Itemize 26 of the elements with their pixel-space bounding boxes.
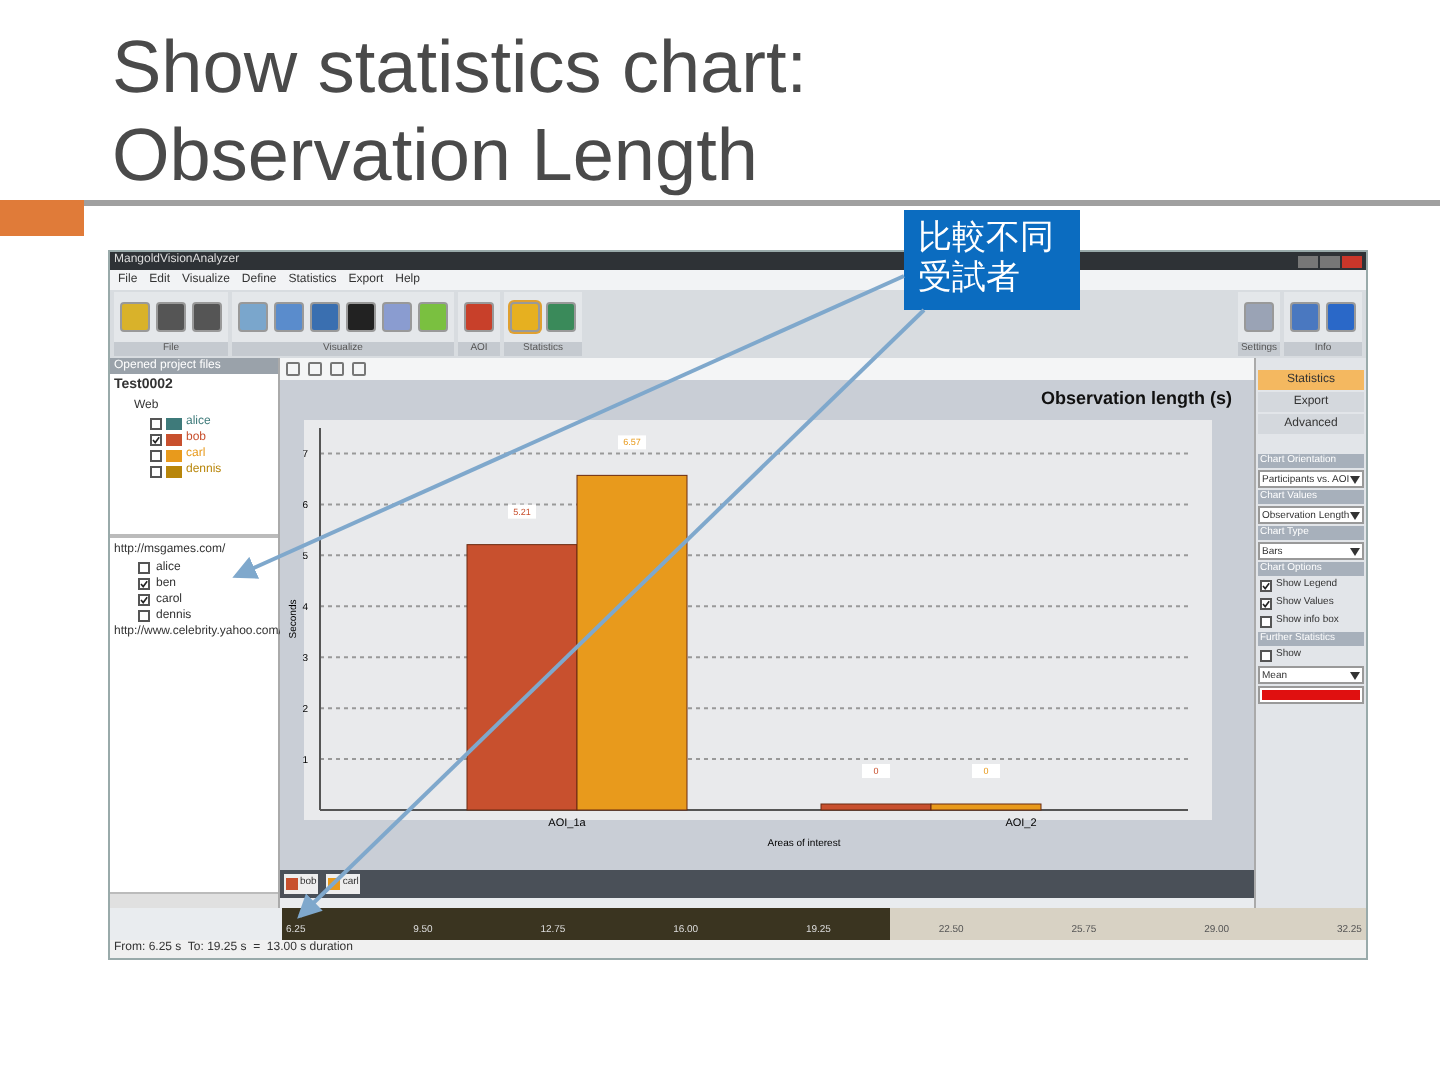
close-icon[interactable] [1342, 255, 1362, 267]
checkbox[interactable] [150, 449, 162, 461]
checkbox[interactable] [1260, 650, 1272, 662]
checkbox[interactable] [138, 578, 150, 590]
checkbox[interactable] [1260, 580, 1272, 592]
value-label-background [618, 435, 646, 450]
minimize-icon[interactable] [1298, 255, 1318, 267]
chart-title: Observation length (s) [1040, 388, 1232, 408]
maximize-icon[interactable] [1320, 255, 1340, 267]
checkbox[interactable] [150, 465, 162, 477]
caret-icon [1350, 508, 1360, 522]
checkbox[interactable] [138, 562, 150, 574]
checkbox[interactable] [150, 433, 162, 445]
color-picker[interactable] [1258, 686, 1364, 704]
checkbox[interactable] [1260, 616, 1272, 628]
checkbox[interactable] [1260, 598, 1272, 610]
callout-text: 比較不同 受試者 [918, 218, 1056, 298]
checkbox[interactable] [150, 417, 162, 429]
accent-bar [0, 200, 84, 236]
slide-title: Show statistics chart: [112, 24, 810, 112]
checkbox[interactable] [138, 594, 150, 606]
caret-icon [1350, 668, 1360, 682]
caret-icon [1350, 544, 1360, 558]
checkbox[interactable] [138, 610, 150, 622]
slide-title: Observation Length [112, 112, 760, 200]
caret-icon [1350, 472, 1360, 486]
